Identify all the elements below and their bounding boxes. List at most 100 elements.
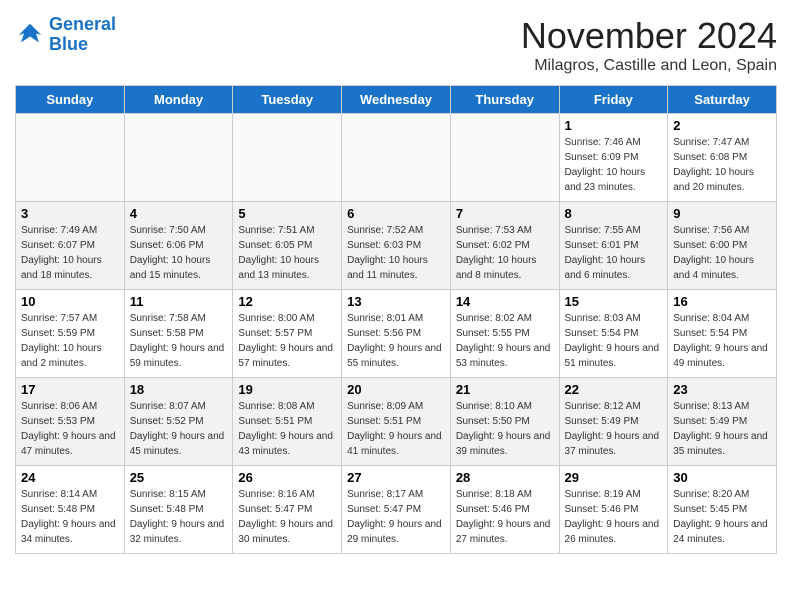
- day-info: Sunrise: 8:09 AM Sunset: 5:51 PM Dayligh…: [347, 399, 445, 459]
- day-info: Sunrise: 7:53 AM Sunset: 6:02 PM Dayligh…: [456, 223, 554, 283]
- calendar-day-cell: 20 Sunrise: 8:09 AM Sunset: 5:51 PM Dayli…: [342, 378, 451, 466]
- day-number: 28: [456, 470, 554, 485]
- calendar-day-cell: [16, 114, 125, 202]
- calendar-day-cell: 26 Sunrise: 8:16 AM Sunset: 5:47 PM Dayli…: [233, 466, 342, 554]
- day-number: 8: [565, 206, 663, 221]
- day-info: Sunrise: 8:16 AM Sunset: 5:47 PM Dayligh…: [238, 487, 336, 547]
- calendar-day-cell: 27 Sunrise: 8:17 AM Sunset: 5:47 PM Dayli…: [342, 466, 451, 554]
- day-info: Sunrise: 8:08 AM Sunset: 5:51 PM Dayligh…: [238, 399, 336, 459]
- day-info: Sunrise: 8:17 AM Sunset: 5:47 PM Dayligh…: [347, 487, 445, 547]
- calendar-day-cell: 14 Sunrise: 8:02 AM Sunset: 5:55 PM Dayli…: [450, 290, 559, 378]
- location-title: Milagros, Castille and Leon, Spain: [521, 57, 777, 75]
- logo-text: General Blue: [49, 15, 116, 55]
- calendar-day-cell: 8Sunrise: 7:55 AM Sunset: 6:01 PM Daylig…: [559, 202, 668, 290]
- weekday-header: Wednesday: [342, 86, 451, 114]
- day-number: 18: [130, 382, 228, 397]
- calendar-day-cell: 21 Sunrise: 8:10 AM Sunset: 5:50 PM Dayli…: [450, 378, 559, 466]
- calendar-day-cell: 24Sunrise: 8:14 AM Sunset: 5:48 PM Dayli…: [16, 466, 125, 554]
- calendar-day-cell: 3Sunrise: 7:49 AM Sunset: 6:07 PM Daylig…: [16, 202, 125, 290]
- calendar-day-cell: [233, 114, 342, 202]
- day-number: 15: [565, 294, 663, 309]
- day-number: 11: [130, 294, 228, 309]
- day-number: 4: [130, 206, 228, 221]
- title-area: November 2024 Milagros, Castille and Leo…: [521, 15, 777, 75]
- calendar-week-row: 17 Sunrise: 8:06 AM Sunset: 5:53 PM Dayli…: [16, 378, 777, 466]
- logo: General Blue: [15, 15, 116, 55]
- day-number: 17: [21, 382, 119, 397]
- calendar-day-cell: 11 Sunrise: 7:58 AM Sunset: 5:58 PM Dayli…: [124, 290, 233, 378]
- day-info: Sunrise: 7:58 AM Sunset: 5:58 PM Dayligh…: [130, 311, 228, 371]
- month-title: November 2024: [521, 15, 777, 57]
- day-number: 9: [673, 206, 771, 221]
- calendar-day-cell: 17 Sunrise: 8:06 AM Sunset: 5:53 PM Dayli…: [16, 378, 125, 466]
- day-number: 6: [347, 206, 445, 221]
- day-number: 16: [673, 294, 771, 309]
- calendar-week-row: 10 Sunrise: 7:57 AM Sunset: 5:59 PM Dayli…: [16, 290, 777, 378]
- day-number: 13: [347, 294, 445, 309]
- day-info: Sunrise: 8:06 AM Sunset: 5:53 PM Dayligh…: [21, 399, 119, 459]
- calendar-day-cell: 29 Sunrise: 8:19 AM Sunset: 5:46 PM Dayli…: [559, 466, 668, 554]
- day-info: Sunrise: 7:46 AM Sunset: 6:09 PM Dayligh…: [565, 135, 663, 195]
- header: General Blue November 2024 Milagros, Cas…: [15, 15, 777, 75]
- weekday-header: Friday: [559, 86, 668, 114]
- day-number: 1: [565, 118, 663, 133]
- calendar-day-cell: 12 Sunrise: 8:00 AM Sunset: 5:57 PM Dayli…: [233, 290, 342, 378]
- calendar-week-row: 1 Sunrise: 7:46 AM Sunset: 6:09 PM Daylig…: [16, 114, 777, 202]
- day-info: Sunrise: 8:15 AM Sunset: 5:48 PM Dayligh…: [130, 487, 228, 547]
- day-number: 26: [238, 470, 336, 485]
- day-info: Sunrise: 8:12 AM Sunset: 5:49 PM Dayligh…: [565, 399, 663, 459]
- day-number: 14: [456, 294, 554, 309]
- day-info: Sunrise: 7:52 AM Sunset: 6:03 PM Dayligh…: [347, 223, 445, 283]
- calendar-day-cell: 15Sunrise: 8:03 AM Sunset: 5:54 PM Dayli…: [559, 290, 668, 378]
- day-info: Sunrise: 7:51 AM Sunset: 6:05 PM Dayligh…: [238, 223, 336, 283]
- calendar-day-cell: 28 Sunrise: 8:18 AM Sunset: 5:46 PM Dayli…: [450, 466, 559, 554]
- calendar-day-cell: 25Sunrise: 8:15 AM Sunset: 5:48 PM Dayli…: [124, 466, 233, 554]
- day-number: 21: [456, 382, 554, 397]
- calendar-day-cell: 5 Sunrise: 7:51 AM Sunset: 6:05 PM Daylig…: [233, 202, 342, 290]
- calendar-day-cell: 30Sunrise: 8:20 AM Sunset: 5:45 PM Dayli…: [668, 466, 777, 554]
- day-info: Sunrise: 8:04 AM Sunset: 5:54 PM Dayligh…: [673, 311, 771, 371]
- calendar-week-row: 24Sunrise: 8:14 AM Sunset: 5:48 PM Dayli…: [16, 466, 777, 554]
- day-info: Sunrise: 8:19 AM Sunset: 5:46 PM Dayligh…: [565, 487, 663, 547]
- calendar-day-cell: [450, 114, 559, 202]
- day-number: 19: [238, 382, 336, 397]
- day-info: Sunrise: 8:18 AM Sunset: 5:46 PM Dayligh…: [456, 487, 554, 547]
- day-info: Sunrise: 8:02 AM Sunset: 5:55 PM Dayligh…: [456, 311, 554, 371]
- calendar-day-cell: [124, 114, 233, 202]
- day-number: 27: [347, 470, 445, 485]
- day-info: Sunrise: 8:07 AM Sunset: 5:52 PM Dayligh…: [130, 399, 228, 459]
- weekday-header: Tuesday: [233, 86, 342, 114]
- calendar-day-cell: 23 Sunrise: 8:13 AM Sunset: 5:49 PM Dayli…: [668, 378, 777, 466]
- calendar-day-cell: 10 Sunrise: 7:57 AM Sunset: 5:59 PM Dayli…: [16, 290, 125, 378]
- calendar-week-row: 3Sunrise: 7:49 AM Sunset: 6:07 PM Daylig…: [16, 202, 777, 290]
- logo-icon: [15, 20, 45, 50]
- day-number: 29: [565, 470, 663, 485]
- day-number: 22: [565, 382, 663, 397]
- weekday-header: Thursday: [450, 86, 559, 114]
- calendar-day-cell: 4 Sunrise: 7:50 AM Sunset: 6:06 PM Daylig…: [124, 202, 233, 290]
- weekday-header: Monday: [124, 86, 233, 114]
- calendar-day-cell: 16 Sunrise: 8:04 AM Sunset: 5:54 PM Dayli…: [668, 290, 777, 378]
- day-number: 3: [21, 206, 119, 221]
- day-info: Sunrise: 7:47 AM Sunset: 6:08 PM Dayligh…: [673, 135, 771, 195]
- calendar-header-row: SundayMondayTuesdayWednesdayThursdayFrid…: [16, 86, 777, 114]
- calendar-day-cell: 6 Sunrise: 7:52 AM Sunset: 6:03 PM Daylig…: [342, 202, 451, 290]
- calendar-day-cell: 18 Sunrise: 8:07 AM Sunset: 5:52 PM Dayli…: [124, 378, 233, 466]
- day-info: Sunrise: 8:01 AM Sunset: 5:56 PM Dayligh…: [347, 311, 445, 371]
- day-info: Sunrise: 8:13 AM Sunset: 5:49 PM Dayligh…: [673, 399, 771, 459]
- calendar-day-cell: 19 Sunrise: 8:08 AM Sunset: 5:51 PM Dayli…: [233, 378, 342, 466]
- day-info: Sunrise: 8:14 AM Sunset: 5:48 PM Dayligh…: [21, 487, 119, 547]
- day-info: Sunrise: 7:57 AM Sunset: 5:59 PM Dayligh…: [21, 311, 119, 371]
- calendar-day-cell: 1 Sunrise: 7:46 AM Sunset: 6:09 PM Daylig…: [559, 114, 668, 202]
- day-number: 20: [347, 382, 445, 397]
- day-info: Sunrise: 7:50 AM Sunset: 6:06 PM Dayligh…: [130, 223, 228, 283]
- day-number: 12: [238, 294, 336, 309]
- calendar-day-cell: 22 Sunrise: 8:12 AM Sunset: 5:49 PM Dayli…: [559, 378, 668, 466]
- day-number: 10: [21, 294, 119, 309]
- calendar-day-cell: 9Sunrise: 7:56 AM Sunset: 6:00 PM Daylig…: [668, 202, 777, 290]
- day-number: 5: [238, 206, 336, 221]
- day-info: Sunrise: 8:10 AM Sunset: 5:50 PM Dayligh…: [456, 399, 554, 459]
- calendar-day-cell: 7Sunrise: 7:53 AM Sunset: 6:02 PM Daylig…: [450, 202, 559, 290]
- day-number: 23: [673, 382, 771, 397]
- day-info: Sunrise: 8:00 AM Sunset: 5:57 PM Dayligh…: [238, 311, 336, 371]
